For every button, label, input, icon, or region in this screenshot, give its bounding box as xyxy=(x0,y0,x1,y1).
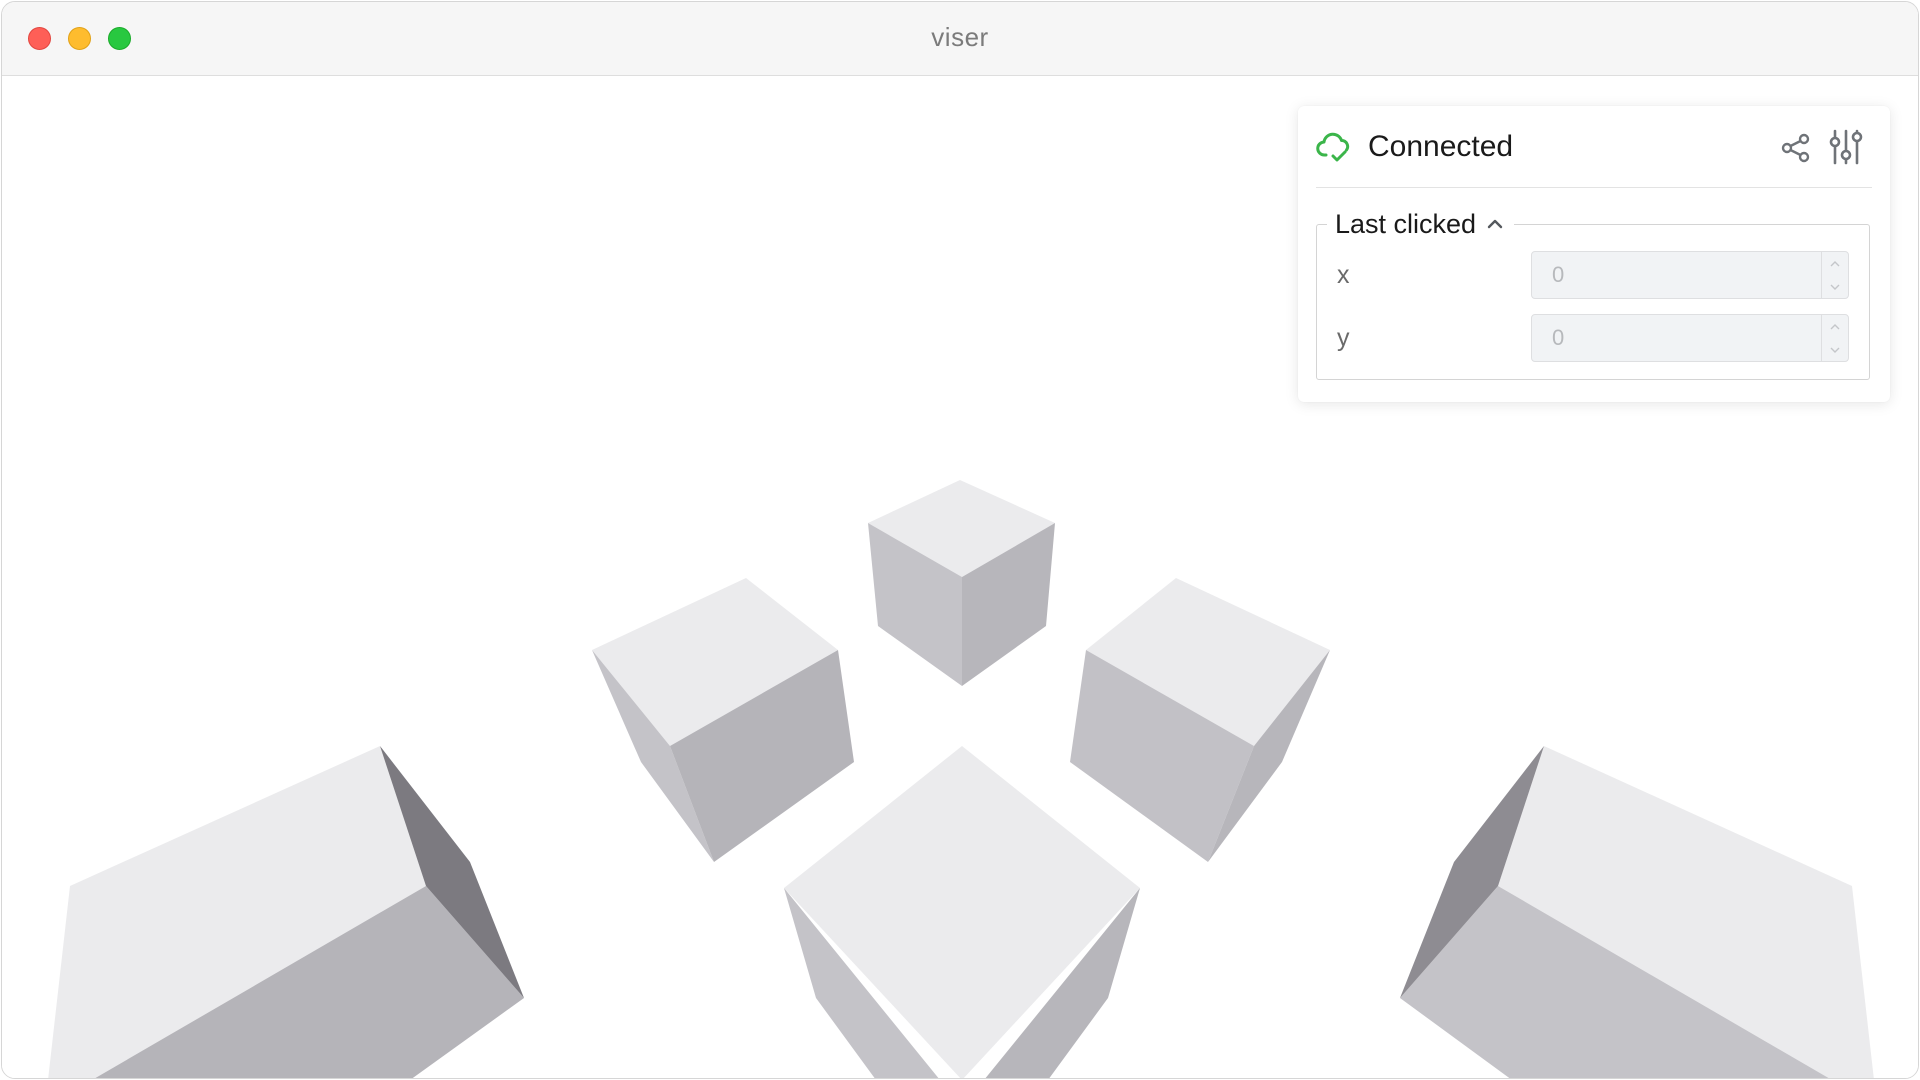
y-decrement-button[interactable] xyxy=(1822,338,1848,361)
cube-right-middle[interactable] xyxy=(1070,578,1330,862)
adjustments-icon[interactable] xyxy=(1828,128,1864,166)
share-icon[interactable] xyxy=(1780,132,1812,164)
cube-top[interactable] xyxy=(868,480,1055,686)
panel-header: Connected xyxy=(1316,106,1872,188)
window-title: viser xyxy=(931,22,989,52)
cube-bottom-right[interactable] xyxy=(1400,746,1874,1078)
y-number-input[interactable]: 0 xyxy=(1531,314,1849,362)
folder-toggle[interactable]: Last clicked xyxy=(1327,208,1515,239)
x-value[interactable]: 0 xyxy=(1552,262,1564,288)
x-decrement-button[interactable] xyxy=(1822,275,1848,298)
chevron-down-icon xyxy=(1830,347,1840,353)
y-increment-button[interactable] xyxy=(1822,315,1848,338)
y-label: y xyxy=(1337,324,1350,352)
x-increment-button[interactable] xyxy=(1822,252,1848,275)
y-stepper xyxy=(1821,315,1848,361)
y-value[interactable]: 0 xyxy=(1552,325,1564,351)
chevron-up-icon xyxy=(1487,219,1503,229)
folder-title: Last clicked xyxy=(1335,208,1477,239)
control-panel: Connected Last clicked x 0 y 0 xyxy=(1298,106,1890,402)
app-window: viser Connected Last clicked x 0 y 0 xyxy=(1,1,1919,1079)
last-clicked-folder: Last clicked x 0 y 0 xyxy=(1316,209,1870,380)
cloud-check-icon xyxy=(1316,132,1350,162)
chevron-down-icon xyxy=(1830,284,1840,290)
chevron-up-icon xyxy=(1830,260,1840,266)
title-bar: viser xyxy=(2,2,1918,76)
cube-left-middle[interactable] xyxy=(592,578,854,862)
3d-viewport[interactable]: Connected Last clicked x 0 y 0 xyxy=(2,76,1918,1078)
cube-bottom-left[interactable] xyxy=(48,746,524,1078)
x-number-input[interactable]: 0 xyxy=(1531,251,1849,299)
x-stepper xyxy=(1821,252,1848,298)
connection-status: Connected xyxy=(1368,130,1514,163)
chevron-up-icon xyxy=(1830,323,1840,329)
x-label: x xyxy=(1337,261,1350,289)
cube-bottom-center[interactable] xyxy=(784,746,1140,1078)
